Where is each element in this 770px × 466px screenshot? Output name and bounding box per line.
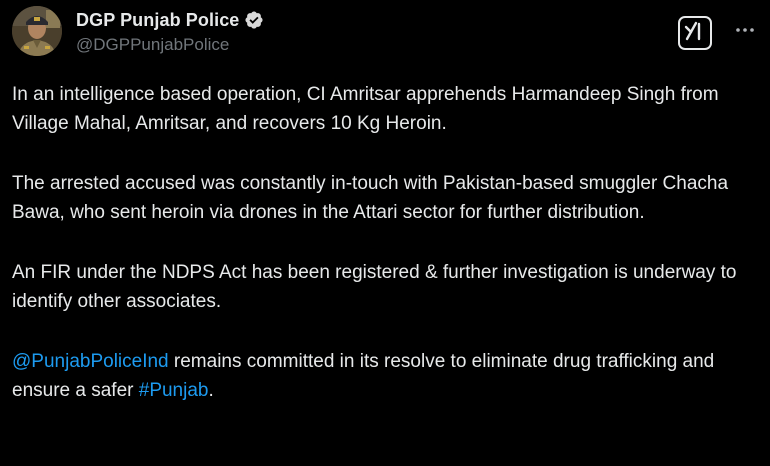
tweet-text-segment: . bbox=[208, 380, 214, 401]
author-info: DGP Punjab Police @DGPPunjabPolice bbox=[76, 9, 264, 55]
more-options-button[interactable] bbox=[730, 14, 760, 44]
police-officer-avatar-icon bbox=[12, 6, 62, 56]
author-handle[interactable]: @DGPPunjabPolice bbox=[76, 35, 264, 55]
name-row: DGP Punjab Police bbox=[76, 9, 264, 31]
author-display-name[interactable]: DGP Punjab Police bbox=[76, 10, 239, 31]
tweet-text: In an intelligence based operation, CI A… bbox=[12, 80, 758, 436]
tweet-paragraph: The arrested accused was constantly in-t… bbox=[12, 173, 729, 223]
tweet-paragraph: @PunjabPoliceInd remains committed in it… bbox=[12, 347, 758, 405]
hashtag-link[interactable]: #Punjab bbox=[139, 380, 209, 401]
tweet-paragraph: An FIR under the NDPS Act has been regis… bbox=[12, 262, 737, 312]
verified-badge-icon bbox=[244, 10, 264, 30]
avatar[interactable] bbox=[12, 6, 62, 56]
tweet-header: DGP Punjab Police @DGPPunjabPolice bbox=[12, 6, 758, 62]
grok-button[interactable] bbox=[678, 16, 712, 50]
mention-link[interactable]: @PunjabPoliceInd bbox=[12, 351, 169, 372]
more-dots-icon bbox=[735, 20, 755, 38]
tweet-paragraph: In an intelligence based operation, CI A… bbox=[12, 84, 719, 134]
grok-icon bbox=[684, 21, 706, 46]
